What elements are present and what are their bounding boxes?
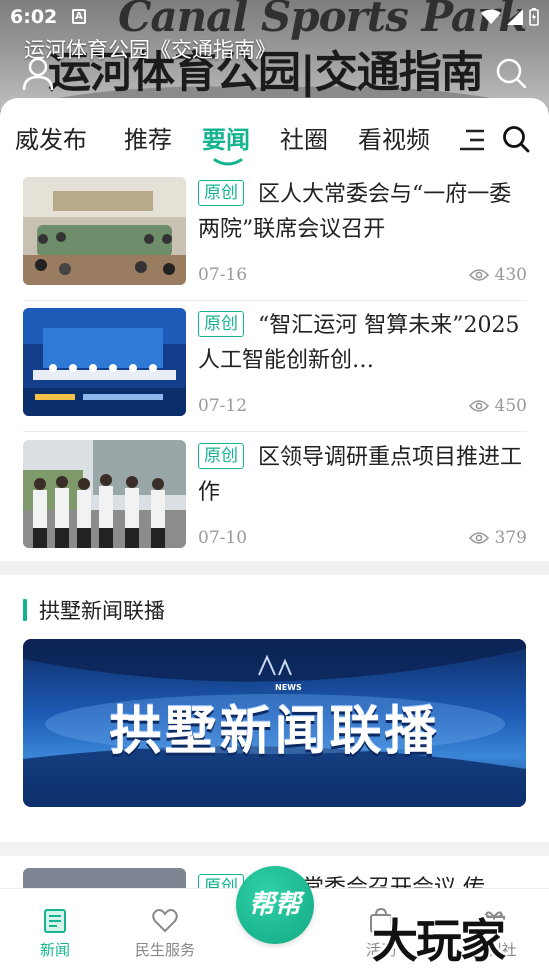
news-item[interactable]: 原创 区领导调研重点项目推进工作 07-10 379 xyxy=(23,440,527,564)
view-count: 430 xyxy=(494,265,527,285)
search-icon[interactable] xyxy=(495,57,527,89)
banner-title: 拱墅新闻联播 xyxy=(109,702,440,762)
news-views: 450 xyxy=(468,396,527,416)
heart-icon xyxy=(152,909,178,933)
news-date: 07-10 xyxy=(198,528,248,548)
news-thumbnail xyxy=(23,440,186,548)
status-bar: 6:02 A xyxy=(0,0,549,34)
nav-label: 民生服务 xyxy=(134,941,195,959)
news-item[interactable]: 原创 “智汇运河 智算未来”2025人工智能创新创… 07-12 450 xyxy=(23,308,527,432)
tab-active-indicator xyxy=(213,158,243,166)
status-icons xyxy=(481,8,539,26)
status-time: 6:02 xyxy=(10,6,58,28)
news-thumbnail xyxy=(23,868,186,888)
section-title: 拱墅新闻联播 xyxy=(39,599,165,623)
news-views: 379 xyxy=(468,528,527,548)
news-thumbnail xyxy=(23,177,186,285)
news-item[interactable]: 原创 区人大常委会与“一府一委两院”联席会议召开 07-16 430 xyxy=(23,177,527,301)
news-date: 07-12 xyxy=(198,396,248,416)
nav-label: 新闻 xyxy=(39,941,70,959)
original-badge: 原创 xyxy=(198,180,244,206)
tab-community[interactable]: 社圈 xyxy=(280,120,328,155)
tab-weifabu[interactable]: 威发布 xyxy=(15,120,87,155)
nav-services[interactable]: 民生服务 xyxy=(120,907,210,960)
original-badge: 原创 xyxy=(198,443,244,469)
news-date: 07-16 xyxy=(198,265,248,285)
channel-menu-icon[interactable] xyxy=(460,128,486,152)
help-center-button[interactable]: 帮帮 xyxy=(236,866,314,944)
hero-caption: 运河体育公园《交通指南》 xyxy=(24,38,276,62)
user-icon[interactable] xyxy=(22,57,54,91)
nav-news[interactable]: 新闻 xyxy=(10,907,100,960)
view-count: 450 xyxy=(494,396,527,416)
view-count: 379 xyxy=(494,528,527,548)
news-views: 430 xyxy=(468,265,527,285)
section-accent-bar xyxy=(23,599,27,621)
news-title-wrap: 原创 “智汇运河 智算未来”2025人工智能创新创… xyxy=(198,308,528,378)
original-badge: 原创 xyxy=(198,874,244,888)
notification-icon: A xyxy=(72,9,86,24)
tab-headlines[interactable]: 要闻 xyxy=(202,120,250,155)
battery-icon xyxy=(529,8,539,26)
tab-videos[interactable]: 看视频 xyxy=(358,120,430,155)
signal-icon xyxy=(507,9,523,25)
news-title: “智汇运河 智算未来”2025人工智能创新创… xyxy=(198,313,520,373)
section-divider xyxy=(0,561,549,575)
news-title: 区人大常委会与“一府一委两院”联席会议召开 xyxy=(198,182,512,242)
section-header: 拱墅新闻联播 xyxy=(23,595,165,625)
news-thumbnail xyxy=(23,308,186,416)
eye-icon xyxy=(468,269,489,281)
section-divider xyxy=(0,842,549,856)
wifi-icon xyxy=(481,9,501,24)
news-title-wrap: 原创 区领导调研重点项目推进工作 xyxy=(198,440,528,510)
original-badge: 原创 xyxy=(198,311,244,337)
news-title-wrap: 原创 区人大常委会与“一府一委两院”联席会议召开 xyxy=(198,177,528,247)
eye-icon xyxy=(468,532,489,544)
newspaper-icon xyxy=(44,909,66,933)
channel-tabs: 威发布 推荐 要闻 社圈 看视频 xyxy=(0,98,549,174)
eye-icon xyxy=(468,400,489,412)
search-icon[interactable] xyxy=(502,125,530,153)
news-title: 区领导调研重点项目推进工作 xyxy=(198,445,523,505)
news-broadcast-banner[interactable]: NEWS 拱墅新闻联播 xyxy=(23,639,526,807)
tab-recommend[interactable]: 推荐 xyxy=(124,120,172,155)
watermark-logo: 大玩家 xyxy=(372,914,506,968)
